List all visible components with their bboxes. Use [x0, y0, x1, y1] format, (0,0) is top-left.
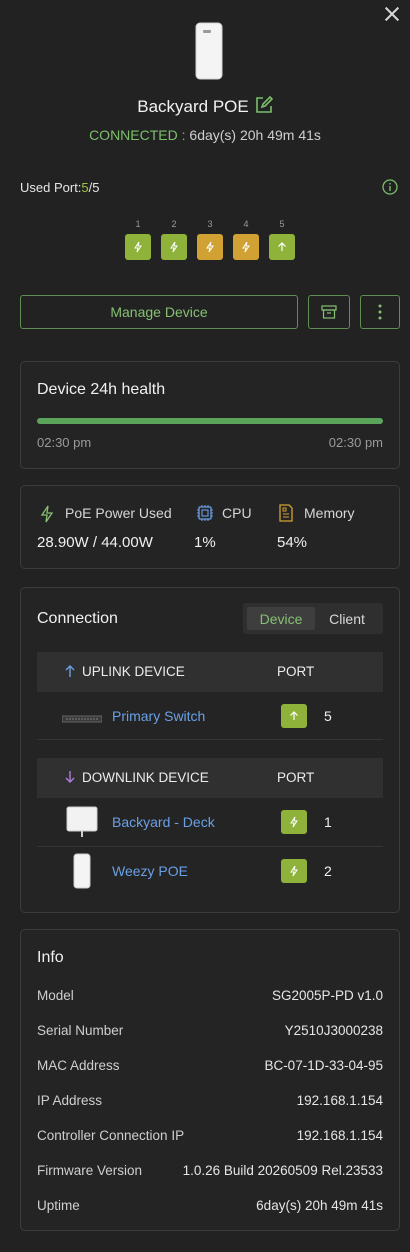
archive-button[interactable]	[308, 295, 350, 329]
status-label: CONNECTED	[89, 127, 178, 143]
info-label-controller-ip: Controller Connection IP	[37, 1128, 185, 1143]
device-image	[194, 22, 224, 80]
stats-card	[20, 485, 400, 569]
port-number: 2	[171, 219, 177, 229]
stat-value: 1%	[194, 534, 216, 551]
info-icon[interactable]	[382, 179, 398, 195]
health-title: Device 24h health	[37, 381, 166, 398]
downlink-port-number: 2	[324, 863, 332, 879]
port-5-button[interactable]	[269, 234, 295, 260]
total-port-count: /5	[88, 180, 100, 195]
access-point-image	[66, 806, 98, 841]
port-header-label: PORT	[277, 770, 315, 785]
used-port-count: 5	[81, 180, 89, 195]
archive-icon	[321, 305, 337, 319]
bolt-icon	[290, 865, 298, 877]
bolt-icon	[39, 505, 55, 526]
connection-title: Connection	[37, 610, 118, 627]
port-number: 5	[279, 219, 285, 229]
downlink-port-badge	[281, 810, 307, 834]
uplink-device-link[interactable]: Primary Switch	[112, 708, 205, 724]
info-label-firmware: Firmware Version	[37, 1163, 143, 1178]
used-port-label: Used Port:5/5	[20, 180, 100, 195]
bolt-icon	[290, 816, 298, 828]
info-value-mac: BC-07-1D-33-04-95	[264, 1058, 383, 1073]
cpu-icon	[196, 504, 214, 525]
bolt-icon	[206, 241, 214, 253]
info-value-firmware: 1.0.26 Build 20260509 Rel.23533	[182, 1163, 383, 1178]
port-1-button[interactable]	[125, 234, 151, 260]
memory-icon	[279, 504, 293, 525]
edit-icon[interactable]	[255, 95, 273, 114]
info-value-model: SG2005P-PD v1.0	[271, 988, 383, 1003]
connection-status: CONNECTED : 6day(s) 20h 49m 41s	[0, 127, 410, 143]
downlink-port-badge	[281, 859, 307, 883]
info-value-ip: 192.168.1.154	[296, 1093, 383, 1108]
uplink-port-number: 5	[324, 708, 332, 724]
arrow-down-icon	[64, 770, 76, 787]
downlink-device-link[interactable]: Weezy POE	[112, 863, 188, 879]
stat-value: 54%	[277, 534, 308, 551]
info-value-controller-ip: 192.168.1.154	[296, 1128, 383, 1143]
port-number: 1	[135, 219, 141, 229]
status-separator: :	[177, 127, 190, 143]
uptime-text: 6day(s) 20h 49m 41s	[189, 127, 321, 143]
stat-value: 28.90W / 44.00W	[37, 534, 153, 551]
stat-label: CPU	[222, 505, 252, 521]
info-value-serial: Y2510J3000238	[284, 1023, 383, 1038]
port-number: 3	[207, 219, 213, 229]
health-card	[20, 361, 400, 469]
outdoor-ap-image	[72, 853, 92, 892]
info-label-mac: MAC Address	[37, 1058, 120, 1073]
arrow-up-icon	[64, 664, 76, 681]
info-card	[20, 929, 400, 1231]
more-options-button[interactable]	[360, 295, 400, 329]
tab-client[interactable]: Client	[315, 607, 379, 630]
uplink-port-badge	[281, 704, 307, 728]
more-vertical-icon	[378, 304, 382, 320]
port-2-button[interactable]	[161, 234, 187, 260]
health-start-time: 02:30 pm	[37, 435, 92, 450]
uplink-header-label: UPLINK DEVICE	[82, 664, 185, 679]
switch-device-image	[61, 711, 103, 727]
arrow-up-icon	[290, 711, 298, 720]
device-title: Backyard POE	[0, 95, 410, 117]
port-header-label: PORT	[277, 664, 315, 679]
downlink-port-number: 1	[324, 814, 332, 830]
info-label-uptime: Uptime	[37, 1198, 80, 1213]
arrow-up-icon	[278, 242, 286, 251]
stat-label: Memory	[304, 505, 355, 521]
close-icon[interactable]	[382, 4, 402, 24]
device-name: Backyard POE	[137, 97, 249, 116]
downlink-device-link[interactable]: Backyard - Deck	[112, 814, 215, 830]
downlink-header-label: DOWNLINK DEVICE	[82, 770, 209, 785]
health-bar-fill	[37, 418, 383, 424]
bolt-icon	[242, 241, 250, 253]
health-end-time: 02:30 pm	[328, 435, 383, 450]
port-3-button[interactable]	[197, 234, 223, 260]
stat-label: PoE Power Used	[65, 505, 172, 521]
health-bar-track	[37, 418, 383, 424]
tab-device[interactable]: Device	[247, 607, 315, 630]
port-number: 4	[243, 219, 249, 229]
bolt-icon	[170, 241, 178, 253]
info-label-model: Model	[37, 988, 74, 1003]
manage-device-button[interactable]: Manage Device	[20, 295, 298, 329]
info-value-uptime: 6day(s) 20h 49m 41s	[256, 1198, 383, 1213]
port-4-button[interactable]	[233, 234, 259, 260]
info-label-ip: IP Address	[37, 1093, 103, 1108]
bolt-icon	[134, 241, 142, 253]
info-label-serial: Serial Number	[37, 1023, 124, 1038]
info-title: Info	[37, 949, 64, 966]
